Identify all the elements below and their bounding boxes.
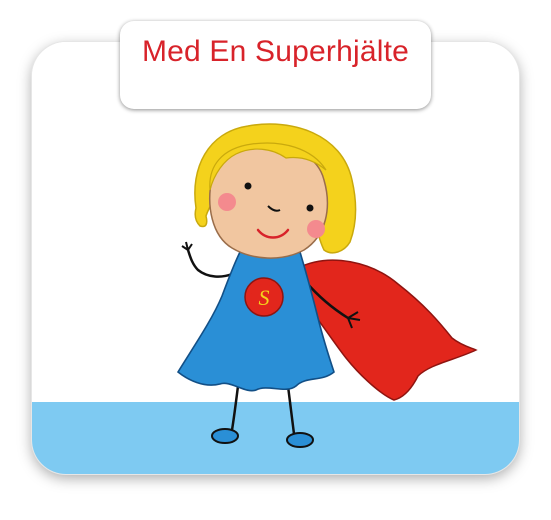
- leg-right: [286, 385, 296, 435]
- shoe-left: [211, 428, 239, 444]
- hand-left: [181, 241, 193, 251]
- shoe-right: [286, 432, 314, 448]
- eye-right: [306, 204, 314, 212]
- cheek-left: [218, 193, 236, 211]
- emblem-letter: S: [259, 285, 270, 310]
- cheek-right: [307, 220, 325, 238]
- arm-left: [186, 249, 233, 278]
- eye-left: [244, 182, 252, 190]
- superhero-illustration: S: [176, 123, 478, 448]
- cape: [297, 259, 478, 401]
- leg-left: [230, 385, 240, 431]
